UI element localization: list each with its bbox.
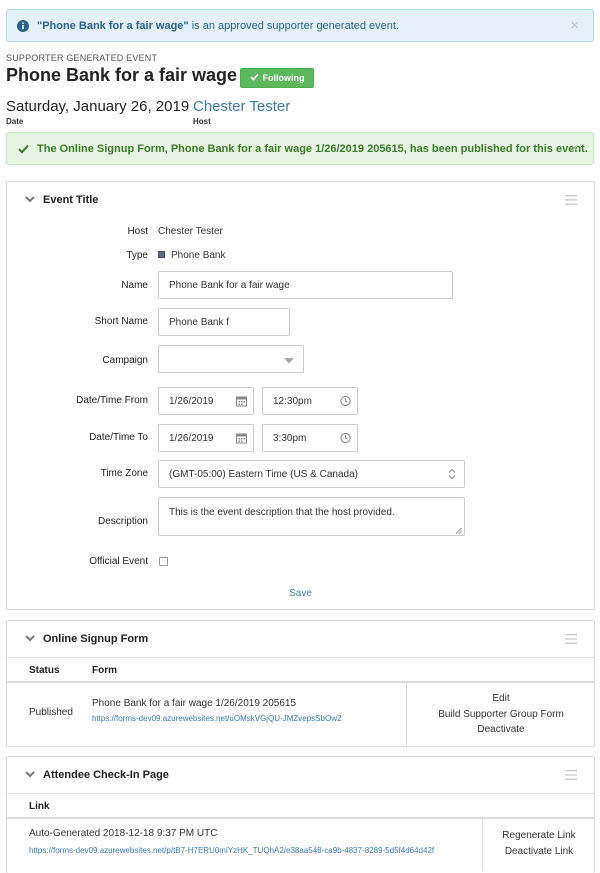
- page-title: Phone Bank for a fair wage: [6, 65, 238, 85]
- type-text: Phone Bank: [171, 250, 226, 261]
- caret-down-icon: [284, 356, 294, 364]
- campaign-select[interactable]: [158, 345, 304, 373]
- chevron-down-icon[interactable]: [25, 194, 35, 204]
- event-type-label: SUPPORTER GENERATED EVENT: [6, 53, 158, 63]
- type-row: Type Phone Bank: [7, 249, 594, 263]
- event-title-panel: Event Title Host Chester Tester Type Pho…: [6, 181, 595, 610]
- table-header: Link: [7, 793, 594, 819]
- timezone-select-value: (GMT-05:00) Eastern Time (US & Canada): [169, 468, 358, 480]
- panel-title: Attendee Check-In Page: [43, 769, 169, 781]
- panel-header: Attendee Check-In Page: [7, 757, 594, 793]
- check-icon: [17, 143, 29, 155]
- edit-form-link[interactable]: Edit: [407, 693, 595, 704]
- type-label: Type: [126, 250, 148, 261]
- drag-handle-icon[interactable]: [565, 195, 577, 205]
- deactivate-form-link[interactable]: Deactivate: [407, 724, 595, 735]
- column-header-status: Status: [29, 665, 60, 676]
- to-date-value: 1/26/2019: [169, 432, 214, 444]
- panel-title: Event Title: [43, 194, 99, 206]
- event-date: Saturday, January 26, 2019: [6, 98, 190, 115]
- sort-arrows-icon: [448, 468, 456, 480]
- clock-icon[interactable]: [340, 432, 351, 444]
- close-icon[interactable]: ×: [570, 141, 579, 156]
- approved-alert-text: "Phone Bank for a fair wage" is an appro…: [37, 20, 399, 32]
- timezone-select[interactable]: (GMT-05:00) Eastern Time (US & Canada): [158, 460, 465, 488]
- to-time-value: 3:30pm: [273, 432, 307, 444]
- calendar-icon[interactable]: [236, 433, 247, 444]
- published-alert: The Online Signup Form, Phone Bank for a…: [6, 132, 594, 165]
- short-name-input[interactable]: Phone Bank f: [158, 308, 290, 336]
- to-date-input[interactable]: 1/26/2019: [158, 424, 254, 452]
- table-row: Auto-Generated 2018-12-18 9:37 PM UTC ht…: [7, 819, 594, 871]
- drag-handle-icon[interactable]: [565, 770, 577, 780]
- official-event-label: Official Event: [89, 556, 148, 567]
- host-label: Host: [127, 226, 148, 237]
- drag-handle-icon[interactable]: [565, 634, 577, 644]
- from-time-input[interactable]: 12:30pm: [262, 387, 358, 415]
- check-icon: [249, 73, 259, 83]
- table-row: Published Phone Bank for a fair wage 1/2…: [7, 683, 594, 747]
- host-link[interactable]: Chester Tester: [158, 226, 223, 237]
- build-supporter-group-form-link[interactable]: Build Supporter Group Form: [407, 709, 595, 720]
- online-signup-form-panel: Online Signup Form Status Form Published…: [6, 620, 595, 747]
- attendee-check-in-panel: Attendee Check-In Page Link Auto-Generat…: [6, 756, 595, 873]
- approved-message: is an approved supporter generated event…: [188, 19, 400, 32]
- deactivate-link[interactable]: Deactivate Link: [483, 846, 595, 857]
- following-button[interactable]: Following: [240, 68, 314, 88]
- chevron-down-icon[interactable]: [25, 769, 35, 779]
- to-label: Date/Time To: [89, 432, 148, 443]
- from-time-value: 12:30pm: [273, 395, 312, 407]
- column-header-form: Form: [92, 665, 117, 676]
- from-label: Date/Time From: [76, 395, 148, 406]
- event-host-link[interactable]: Chester Tester: [193, 98, 290, 115]
- column-header-link: Link: [29, 801, 50, 812]
- short-name-input-value: Phone Bank f: [169, 316, 230, 328]
- description-value: This is the event description that the h…: [169, 507, 395, 518]
- close-icon[interactable]: ×: [570, 18, 579, 33]
- info-icon: [17, 19, 29, 32]
- save-button[interactable]: Save: [7, 588, 594, 599]
- regenerate-link[interactable]: Regenerate Link: [483, 830, 595, 841]
- chevron-down-icon[interactable]: [25, 633, 35, 643]
- calendar-icon[interactable]: [236, 396, 247, 407]
- check-in-url-link[interactable]: https://forms-dev09.azurewebsites.net/p/…: [29, 846, 434, 855]
- event-host-caption: Host: [193, 117, 211, 126]
- to-time-input[interactable]: 3:30pm: [262, 424, 358, 452]
- type-color-swatch: [158, 250, 165, 258]
- name-input[interactable]: Phone Bank for a fair wage: [158, 271, 453, 299]
- type-value: Phone Bank: [158, 250, 226, 261]
- from-date-value: 1/26/2019: [169, 395, 214, 407]
- following-label: Following: [262, 73, 305, 83]
- form-status: Published: [29, 707, 73, 718]
- form-url-link[interactable]: https://forms-dev09.azurewebsites.net/uO…: [92, 714, 341, 723]
- clock-icon[interactable]: [340, 395, 351, 407]
- link-generated-info: Auto-Generated 2018-12-18 9:37 PM UTC: [29, 828, 218, 839]
- description-textarea[interactable]: This is the event description that the h…: [158, 497, 465, 536]
- description-label: Description: [97, 516, 148, 527]
- resize-handle-icon[interactable]: [455, 526, 462, 534]
- column-divider: [482, 819, 483, 871]
- approved-event-name: "Phone Bank for a fair wage": [37, 19, 189, 32]
- table-header: Status Form: [7, 657, 594, 683]
- timezone-label: Time Zone: [100, 468, 148, 479]
- short-name-label: Short Name: [94, 316, 148, 327]
- form-name: Phone Bank for a fair wage 1/26/2019 205…: [92, 698, 297, 709]
- name-label: Name: [121, 280, 148, 291]
- panel-title: Online Signup Form: [43, 633, 149, 645]
- name-input-value: Phone Bank for a fair wage: [169, 279, 290, 291]
- panel-header: Online Signup Form: [7, 621, 594, 657]
- campaign-label: Campaign: [102, 355, 148, 366]
- official-event-checkbox[interactable]: [159, 557, 168, 566]
- published-alert-text: The Online Signup Form, Phone Bank for a…: [37, 142, 588, 155]
- event-date-caption: Date: [6, 117, 24, 126]
- host-row: Host Chester Tester: [7, 225, 594, 239]
- from-date-input[interactable]: 1/26/2019: [158, 387, 254, 415]
- panel-header: Event Title: [7, 182, 594, 218]
- approved-alert: "Phone Bank for a fair wage" is an appro…: [6, 9, 594, 42]
